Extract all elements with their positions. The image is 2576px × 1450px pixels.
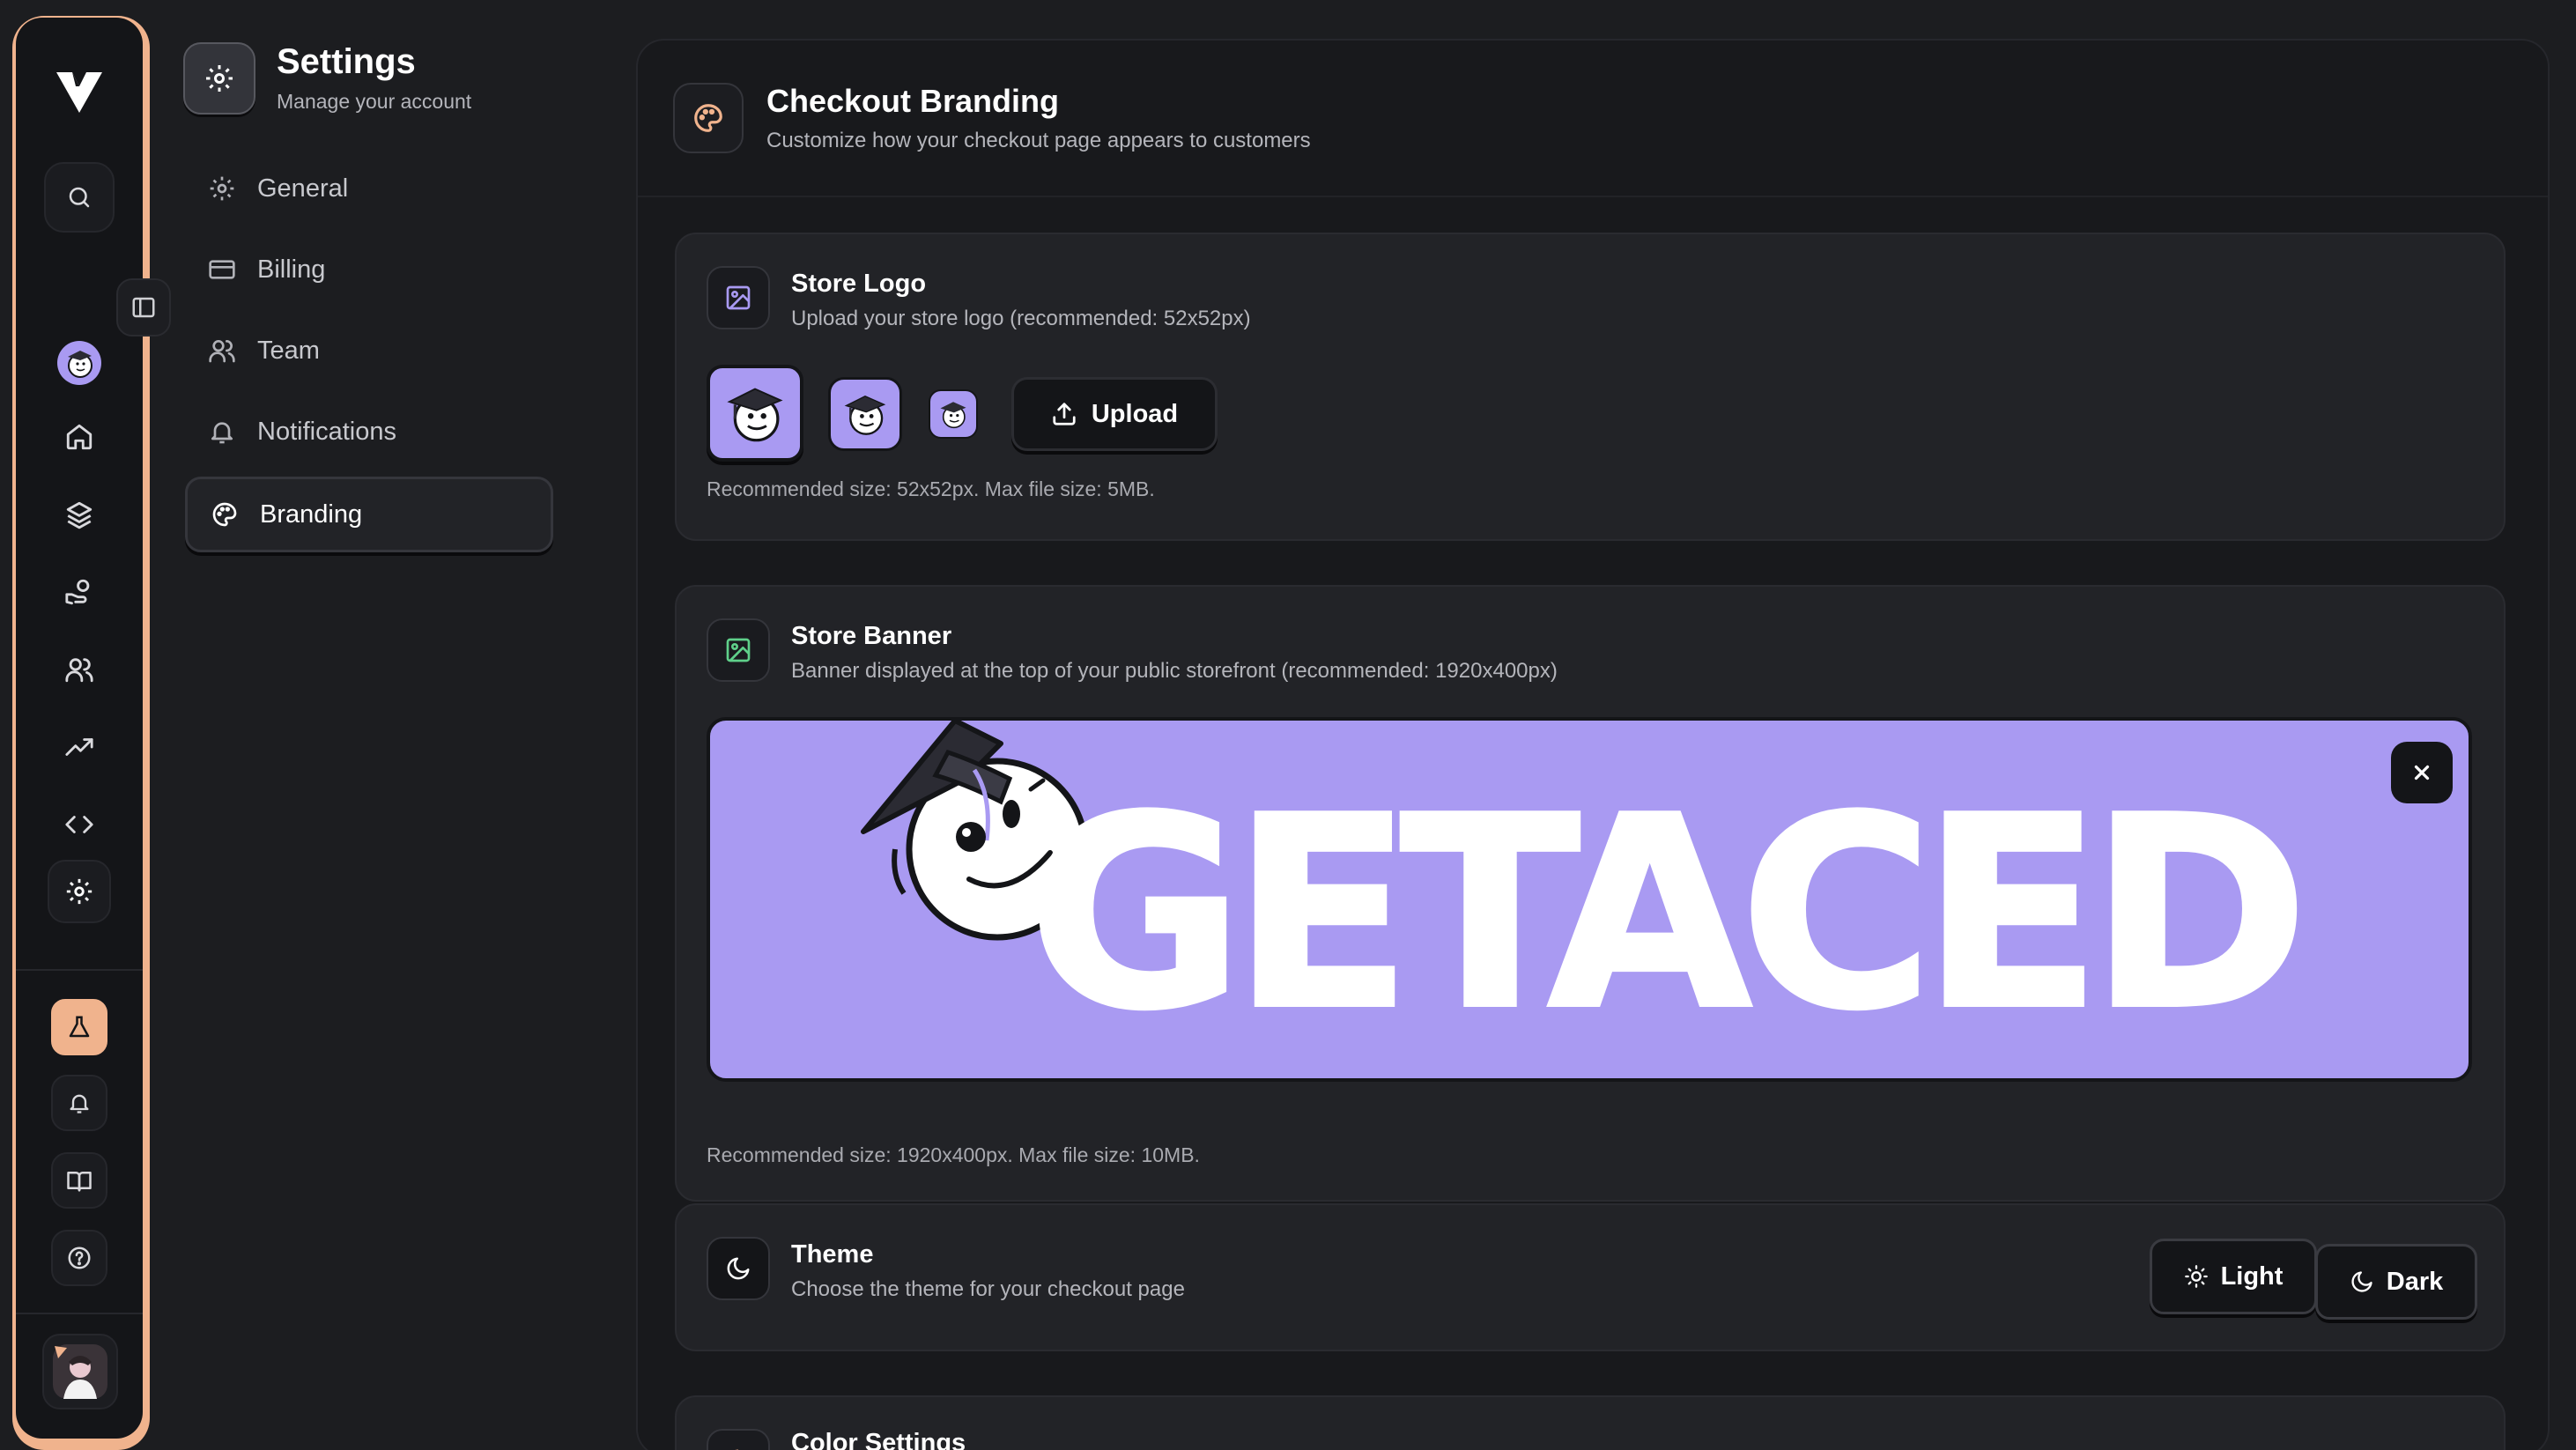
- users-icon: [206, 335, 238, 366]
- home-icon: [66, 424, 93, 450]
- nav-item-label: Notifications: [257, 417, 396, 446]
- payouts-link[interactable]: [55, 567, 104, 617]
- theme-dark-label: Dark: [2386, 1267, 2444, 1296]
- theme-light-label: Light: [2220, 1261, 2284, 1291]
- hand-coins-icon: [65, 579, 90, 605]
- docs-button[interactable]: [51, 1152, 107, 1209]
- nav-item-label: Branding: [260, 499, 363, 529]
- store-banner-title: Store Banner: [791, 622, 952, 650]
- moon-badge: [707, 1237, 770, 1300]
- image-badge: [707, 266, 770, 329]
- lab-button[interactable]: [51, 999, 107, 1055]
- layers-icon: [66, 501, 93, 529]
- user-avatar[interactable]: [42, 1334, 118, 1409]
- store-logo-note: Recommended size: 52x52px. Max file size…: [707, 477, 1155, 500]
- upload-button[interactable]: Upload: [1011, 377, 1218, 451]
- nav-item-label: Team: [257, 336, 320, 365]
- notifications-button[interactable]: [51, 1075, 107, 1131]
- developer-link[interactable]: [55, 800, 104, 849]
- users-icon: [65, 658, 93, 683]
- header-divider: [638, 196, 2548, 197]
- settings-gear-badge: [183, 42, 255, 115]
- moon-icon: [2351, 1271, 2372, 1292]
- rail-divider: [16, 969, 143, 971]
- remove-banner-button[interactable]: [2391, 742, 2453, 803]
- sun-icon: [2184, 1265, 2208, 1288]
- search-icon: [69, 187, 90, 208]
- theme-dark-button[interactable]: Dark: [2315, 1244, 2477, 1320]
- nav-item-general[interactable]: General: [185, 151, 553, 226]
- app-rail: [16, 18, 143, 1439]
- nav-item-label: Billing: [257, 255, 326, 284]
- sidebar-panel-icon: [132, 297, 155, 318]
- help-icon: [68, 1247, 91, 1269]
- nav-item-notifications[interactable]: Notifications: [185, 394, 553, 470]
- banner-wordmark: GETACED: [1025, 760, 2311, 1068]
- search-button[interactable]: [44, 162, 115, 233]
- book-icon: [67, 1172, 92, 1192]
- home-link[interactable]: [55, 412, 104, 462]
- customers-link[interactable]: [55, 645, 104, 694]
- upload-icon: [1053, 403, 1076, 425]
- logo-preview-large: [707, 365, 803, 462]
- logo-preview-small: [929, 389, 978, 439]
- page-subtitle: Customize how your checkout page appears…: [766, 129, 1311, 152]
- store-logo-card: Store Logo Upload your store logo (recom…: [675, 233, 2506, 541]
- nav-item-label: General: [257, 174, 349, 203]
- image-badge: [707, 618, 770, 682]
- color-settings-card: Color Settings: [675, 1395, 2506, 1450]
- bell-icon: [70, 1094, 89, 1113]
- code-icon: [65, 816, 93, 833]
- upload-label: Upload: [1091, 399, 1179, 428]
- analytics-link[interactable]: [55, 722, 104, 772]
- checkout-branding-panel: Checkout Branding Customize how your che…: [636, 39, 2550, 1450]
- store-banner-subtitle: Banner displayed at the top of your publ…: [791, 659, 1558, 683]
- store-banner-card: Store Banner Banner displayed at the top…: [675, 585, 2506, 1202]
- page-title: Checkout Branding: [766, 83, 1060, 119]
- palette-badge: [673, 83, 744, 153]
- settings-subtitle: Manage your account: [277, 90, 472, 113]
- palette-icon: [209, 499, 241, 530]
- image-icon: [726, 638, 751, 662]
- theme-title: Theme: [791, 1240, 874, 1269]
- palette-icon: [694, 104, 722, 132]
- rail-divider: [16, 1313, 143, 1314]
- gear-icon: [206, 173, 238, 204]
- nav-item-billing[interactable]: Billing: [185, 232, 553, 307]
- color-settings-title: Color Settings: [791, 1429, 966, 1450]
- theme-card: Theme Choose the theme for your checkout…: [675, 1203, 2506, 1351]
- settings-title: Settings: [277, 42, 416, 81]
- close-icon: [2414, 765, 2430, 780]
- bell-icon: [206, 416, 238, 448]
- theme-light-button[interactable]: Light: [2150, 1239, 2317, 1314]
- store-banner-note: Recommended size: 1920x400px. Max file s…: [707, 1143, 1200, 1166]
- gear-icon: [66, 878, 93, 905]
- color-badge: [707, 1429, 770, 1450]
- store-logo-title: Store Logo: [791, 270, 927, 298]
- help-button[interactable]: [51, 1230, 107, 1286]
- moon-icon: [727, 1257, 750, 1280]
- theme-subtitle: Choose the theme for your checkout page: [791, 1277, 1185, 1301]
- products-link[interactable]: [55, 490, 104, 539]
- flask-icon: [69, 1016, 90, 1038]
- image-icon: [726, 285, 751, 310]
- nav-item-team[interactable]: Team: [185, 313, 553, 388]
- credit-card-icon: [206, 254, 238, 285]
- trending-up-icon: [65, 738, 93, 756]
- app-logo[interactable]: [55, 67, 104, 116]
- gear-icon: [206, 65, 233, 92]
- logo-preview-medium: [828, 377, 902, 451]
- store-logo-subtitle: Upload your store logo (recommended: 52x…: [791, 307, 1251, 330]
- nav-item-branding[interactable]: Branding: [185, 477, 553, 552]
- avatar[interactable]: [55, 338, 104, 388]
- banner-preview: GETACED: [707, 717, 2472, 1082]
- sidebar-toggle-button[interactable]: [116, 278, 171, 337]
- settings-link[interactable]: [48, 860, 111, 923]
